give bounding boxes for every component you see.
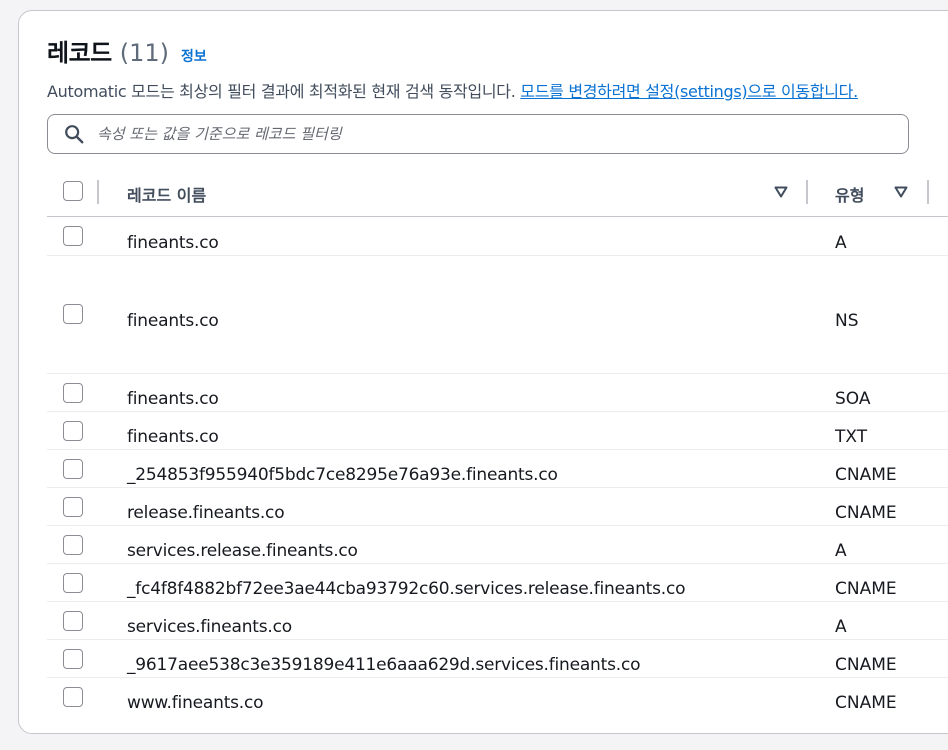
table-row[interactable]: _9617aee538c3e359189e411e6aaa629d.servic… xyxy=(47,640,948,678)
row-checkbox[interactable] xyxy=(63,649,83,669)
record-name: release.fineants.co xyxy=(127,503,285,523)
row-checkbox[interactable] xyxy=(63,497,83,517)
record-type: A xyxy=(835,541,847,561)
search-mode-description: Automatic 모드는 최상의 필터 결과에 최적화된 현재 검색 동작입니… xyxy=(47,78,858,102)
table-row[interactable]: fineants.co NS xyxy=(47,256,948,374)
row-checkbox[interactable] xyxy=(63,611,83,631)
records-panel: 레코드 (11) 정보 Automatic 모드는 최상의 필터 결과에 최적화… xyxy=(18,10,948,734)
caret-down-icon[interactable] xyxy=(774,185,788,199)
record-name: services.release.fineants.co xyxy=(127,541,358,561)
record-name: _fc4f8f4882bf72ee3ae44cba93792c60.servic… xyxy=(127,579,686,599)
column-divider[interactable] xyxy=(806,180,808,204)
filter-search-box[interactable] xyxy=(47,114,909,154)
description-text: Automatic 모드는 최상의 필터 결과에 최적화된 현재 검색 동작입니… xyxy=(47,82,521,101)
row-checkbox[interactable] xyxy=(63,226,83,246)
record-name: fineants.co xyxy=(127,233,219,253)
select-all-checkbox[interactable] xyxy=(63,181,83,201)
row-checkbox[interactable] xyxy=(63,383,83,403)
row-checkbox[interactable] xyxy=(63,304,83,324)
record-type: CNAME xyxy=(835,579,897,599)
record-name: www.fineants.co xyxy=(127,693,264,713)
table-row[interactable]: fineants.co TXT xyxy=(47,412,948,450)
filter-search-input[interactable] xyxy=(95,124,879,144)
table-row[interactable]: services.release.fineants.co A xyxy=(47,526,948,564)
row-checkbox[interactable] xyxy=(63,573,83,593)
table-row[interactable]: _fc4f8f4882bf72ee3ae44cba93792c60.servic… xyxy=(47,564,948,602)
row-checkbox[interactable] xyxy=(63,421,83,441)
row-checkbox[interactable] xyxy=(63,459,83,479)
settings-link[interactable]: 모드를 변경하려면 설정(settings)으로 이동합니다. xyxy=(520,82,858,101)
record-name: fineants.co xyxy=(127,427,219,447)
table-row[interactable]: fineants.co SOA xyxy=(47,374,948,412)
row-checkbox[interactable] xyxy=(63,535,83,555)
row-checkbox[interactable] xyxy=(63,687,83,707)
record-name: _9617aee538c3e359189e411e6aaa629d.servic… xyxy=(127,655,641,675)
record-count: (11) xyxy=(119,39,170,67)
panel-header: 레코드 (11) 정보 xyxy=(47,33,207,68)
record-type: TXT xyxy=(835,427,868,447)
record-type: CNAME xyxy=(835,465,897,485)
record-type: NS xyxy=(835,311,859,331)
table-row[interactable]: www.fineants.co CNAME xyxy=(47,678,948,715)
record-type: CNAME xyxy=(835,655,897,675)
info-link[interactable]: 정보 xyxy=(181,46,207,66)
table-row[interactable]: fineants.co A xyxy=(47,217,948,256)
records-table: 레코드 이름 유형 fineants.co A fineants.co NS f… xyxy=(47,171,948,715)
table-row[interactable]: _254853f955940f5bdc7ce8295e76a93e.finean… xyxy=(47,450,948,488)
record-name: _254853f955940f5bdc7ce8295e76a93e.finean… xyxy=(127,465,558,485)
record-name: fineants.co xyxy=(127,389,219,409)
column-header-record-name[interactable]: 레코드 이름 xyxy=(127,182,206,206)
table-row[interactable]: services.fineants.co A xyxy=(47,602,948,640)
record-name: services.fineants.co xyxy=(127,617,292,637)
caret-down-icon[interactable] xyxy=(894,185,908,199)
record-type: SOA xyxy=(835,389,871,409)
page-title: 레코드 xyxy=(47,39,112,67)
table-row[interactable]: release.fineants.co CNAME xyxy=(47,488,948,526)
search-icon xyxy=(65,125,84,144)
record-type: A xyxy=(835,617,847,637)
column-divider[interactable] xyxy=(927,180,929,204)
record-type: CNAME xyxy=(835,503,897,523)
column-header-type[interactable]: 유형 xyxy=(835,182,864,206)
table-header: 레코드 이름 유형 xyxy=(47,171,948,217)
record-type: CNAME xyxy=(835,693,897,713)
record-name: fineants.co xyxy=(127,311,219,331)
record-type: A xyxy=(835,233,847,253)
column-divider[interactable] xyxy=(97,180,99,204)
